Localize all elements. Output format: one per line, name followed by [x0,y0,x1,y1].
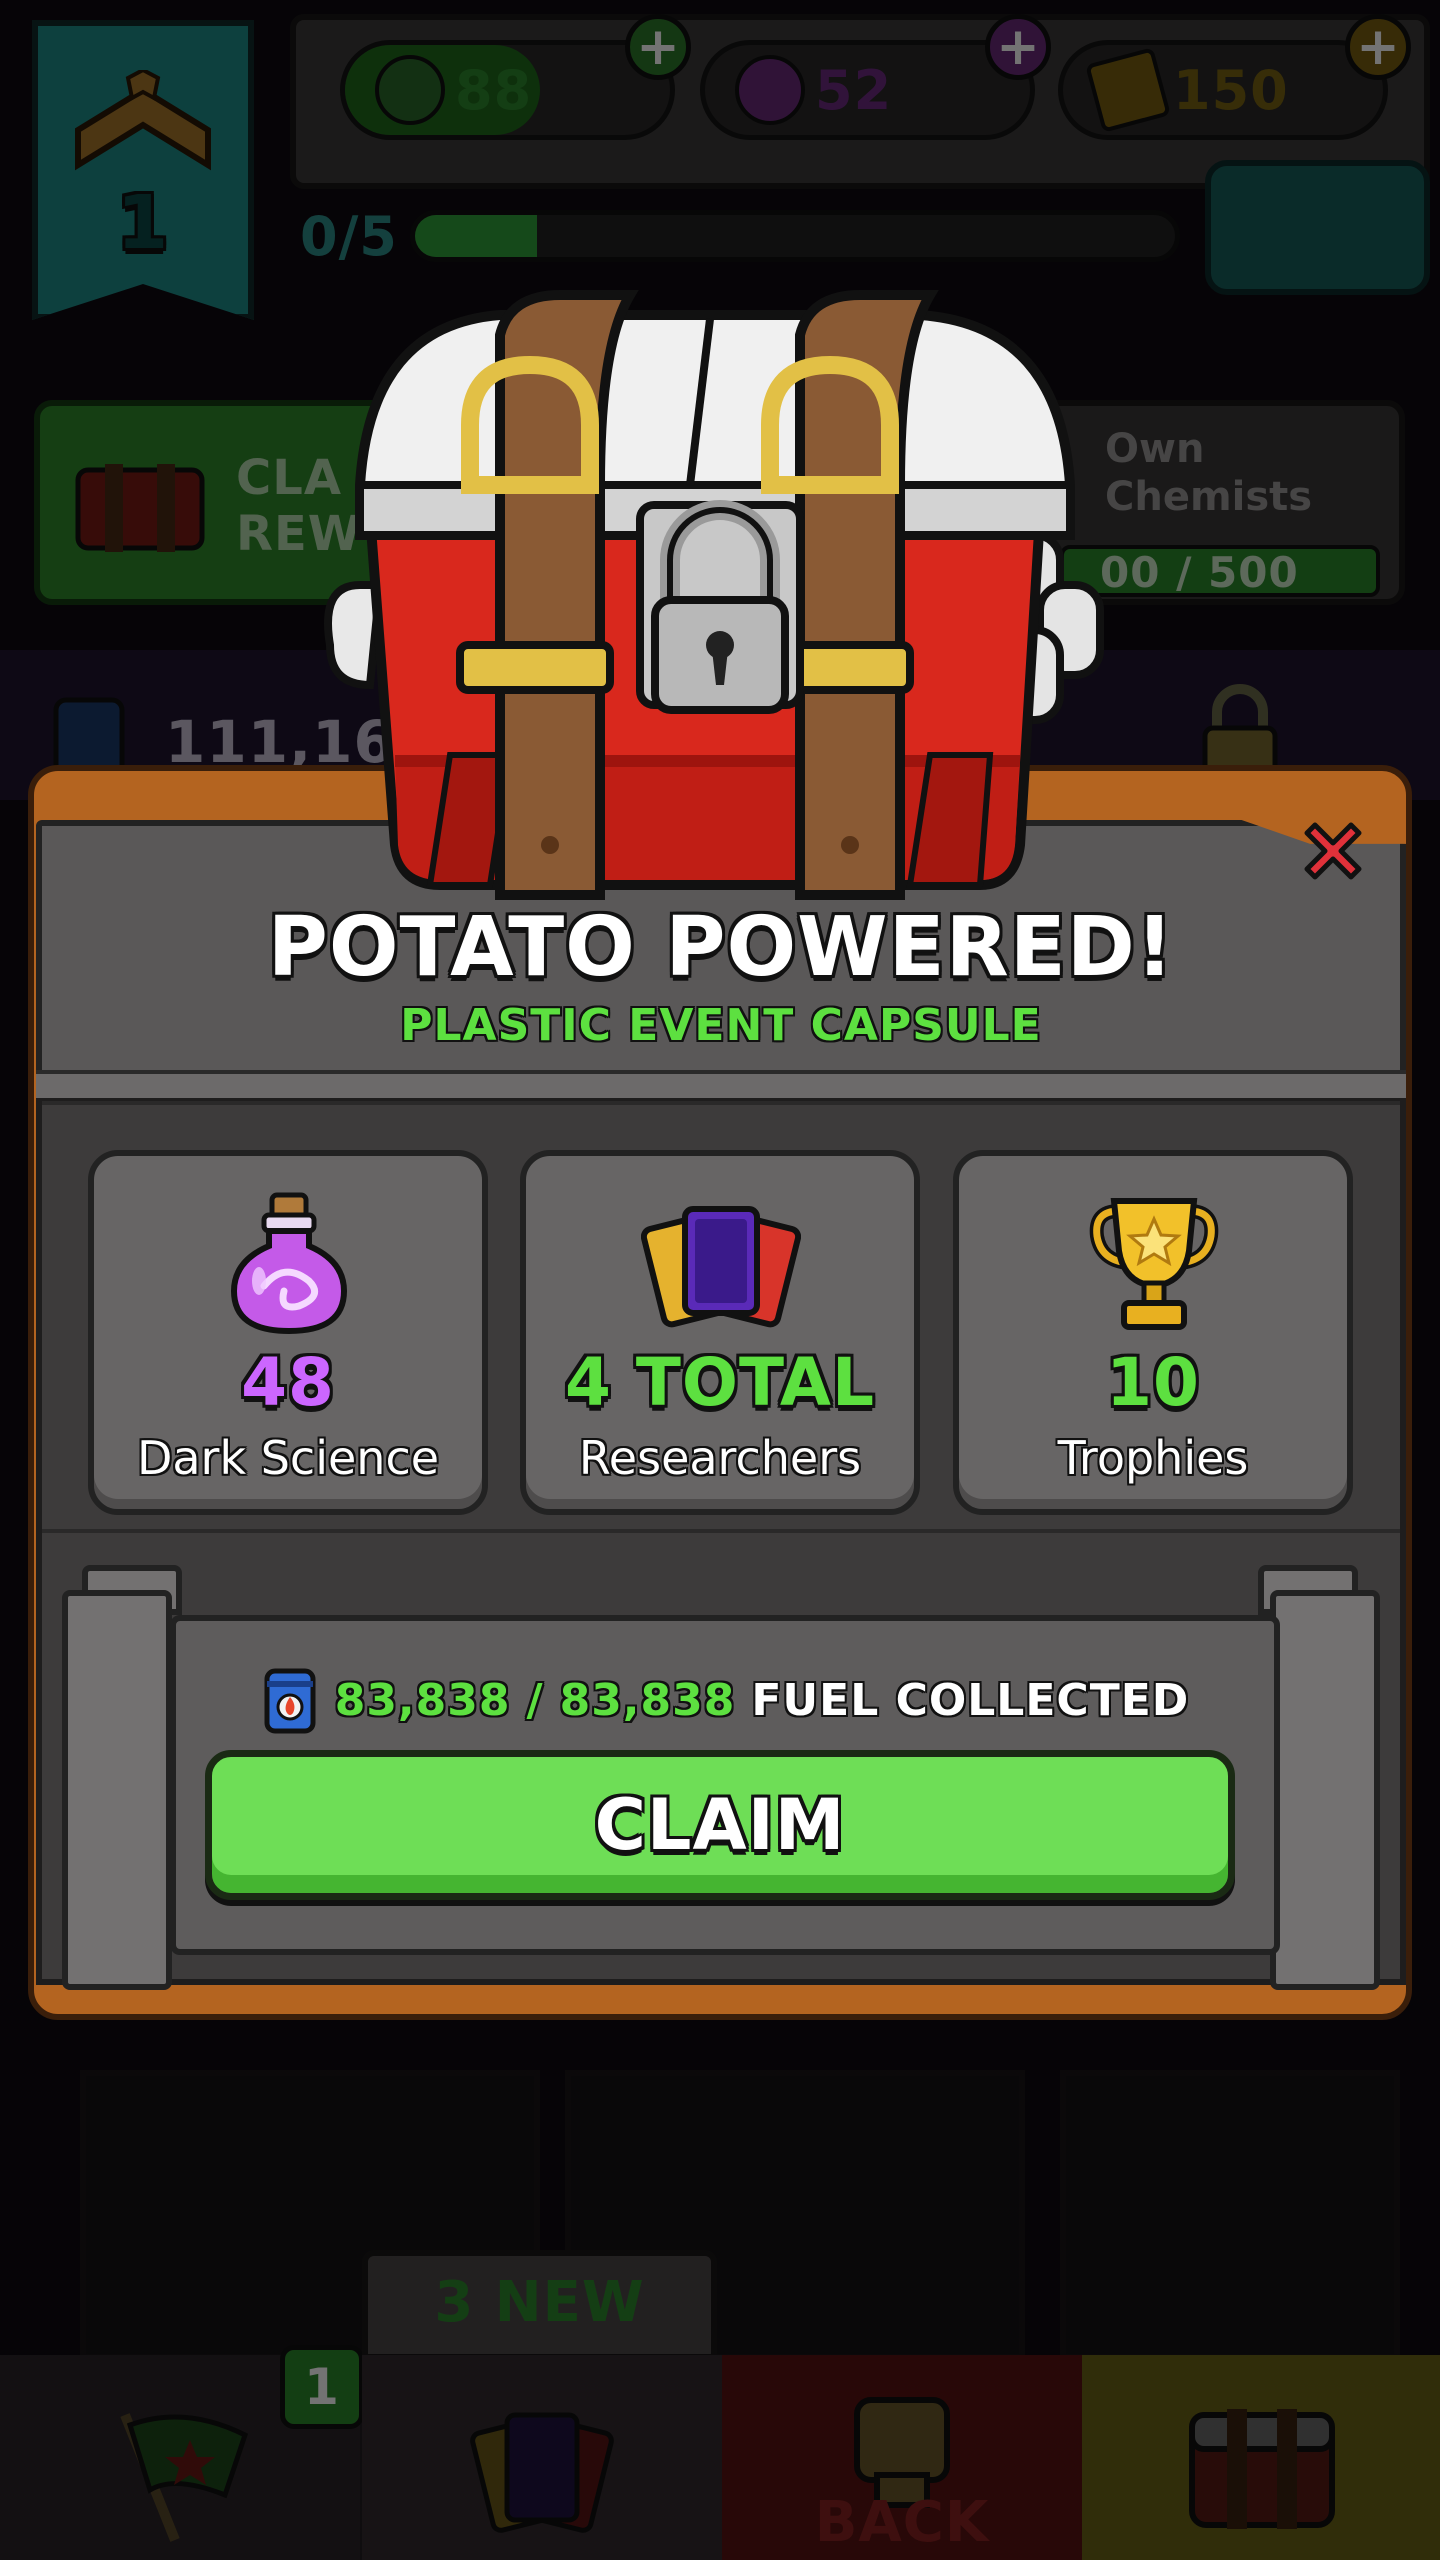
add-fuel-button[interactable]: + [625,14,691,80]
trophy-icon [1089,1198,1219,1330]
reward-amount: 48 [241,1344,335,1421]
add-dark-science-button[interactable]: + [985,14,1051,80]
gold-bar-icon [1085,47,1171,133]
fuel-collected-line: 83,838 / 83,838 FUEL COLLECTED [170,1665,1280,1735]
reward-label: Trophies [1057,1431,1249,1485]
researcher-cards-icon [641,1206,801,1328]
rank-chevron-icon [75,70,211,171]
fuel-currency[interactable]: 88 [340,40,675,140]
fuel-can-icon [264,1668,316,1734]
researcher-cards-icon [470,2412,614,2533]
fuel-separator: / [526,1674,544,1726]
dark-science-count: 52 [815,59,893,122]
new-count-label: 3 NEW [434,2270,645,2335]
chest-icon [75,464,205,552]
reward-card-researchers: 4 TOTAL Researchers [520,1150,920,1515]
xp-progress-bar [410,210,1180,262]
fuel-max: 83,838 [559,1674,736,1726]
reward-label: Researchers [578,1431,862,1485]
claim-button[interactable]: CLAIM [205,1750,1235,1900]
claim-label: CLAIM [594,1784,846,1866]
add-gold-button[interactable]: + [1345,14,1411,80]
header-lip [36,1070,1406,1098]
xp-progress-label: 0/5 [300,205,398,268]
dark-science-potion-icon [230,1192,348,1335]
fuel-collected-label: FUEL COLLECTED [751,1674,1190,1726]
reward-amount: 4 TOTAL [564,1344,876,1421]
gold-currency[interactable]: 150 [1058,40,1388,140]
reward-subtitle: PLASTIC EVENT CAPSULE [400,1000,1042,1051]
gold-count: 150 [1173,59,1289,122]
back-label: BACK [814,2490,990,2555]
crate-post [1270,1590,1380,1990]
fuel-current: 83,838 [334,1674,511,1726]
dark-science-potion-icon [735,55,805,125]
lower-slot [1060,2070,1400,2360]
reward-title: POTATO POWERED! [267,900,1175,995]
crate-post [62,1590,172,1990]
chest-icon [1189,2409,1335,2529]
close-icon [1304,822,1362,880]
reward-card-dark-science: 48 Dark Science [88,1150,488,1515]
reward-label: Dark Science [136,1431,440,1485]
flag-icon [120,2413,249,2542]
rank-level: 1 [116,180,170,266]
reward-card-trophies: 10 Trophies [953,1150,1353,1515]
fuel-count: 88 [455,59,533,122]
dark-science-currency[interactable]: 52 [700,40,1035,140]
nav-chest-tab[interactable] [1082,2355,1440,2560]
plastic-capsule-chest-icon [324,290,1104,900]
flag-notification-badge: 1 [280,2345,364,2429]
reward-amount: 10 [1106,1344,1200,1421]
close-button[interactable] [1290,808,1376,894]
vault-badge[interactable] [1205,160,1430,295]
nav-researchers-tab[interactable] [362,2355,722,2560]
fuel-can-icon [375,55,445,125]
